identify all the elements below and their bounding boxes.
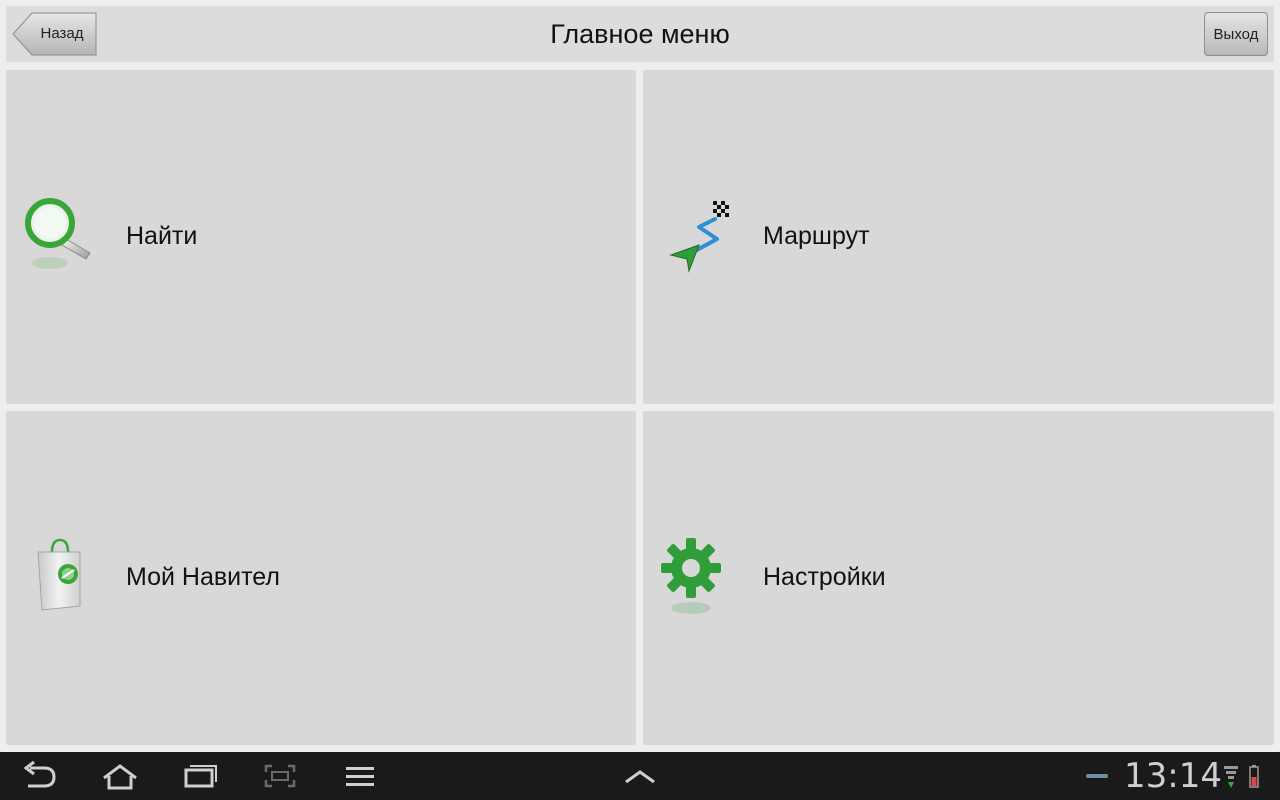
menu-item-label: Маршрут xyxy=(763,222,870,250)
menu-item-find[interactable]: Найти xyxy=(6,70,636,404)
status-indicators[interactable] xyxy=(1222,764,1266,790)
back-button[interactable]: Назад xyxy=(12,12,98,56)
nav-menu-button[interactable] xyxy=(332,756,388,796)
screenshot-icon xyxy=(264,764,296,788)
menu-item-my-navitel[interactable]: Мой Навител xyxy=(6,411,636,745)
battery-icon xyxy=(1249,765,1259,788)
search-icon xyxy=(22,197,102,277)
menu-item-route[interactable]: Маршрут xyxy=(643,70,1274,404)
shopping-bag-icon xyxy=(22,538,102,618)
route-icon xyxy=(659,197,739,277)
minimize-bar-icon[interactable] xyxy=(1086,774,1108,778)
page-title: Главное меню xyxy=(550,19,730,49)
menu-item-label: Мой Навител xyxy=(126,563,280,591)
nav-screenshot-button[interactable] xyxy=(252,756,308,796)
clock: 13:14 xyxy=(1124,756,1222,796)
recent-apps-icon xyxy=(184,765,217,788)
system-navigation-bar: 13:14 xyxy=(0,752,1280,800)
menu-item-settings[interactable]: Настройки xyxy=(643,411,1274,745)
exit-button[interactable]: Выход xyxy=(1204,12,1268,56)
chevron-up-icon xyxy=(625,770,655,784)
app-window: Назад Главное меню Выход Найти Маршрут М… xyxy=(0,0,1280,752)
menu-icon xyxy=(346,767,374,786)
nav-home-button[interactable] xyxy=(92,756,148,796)
signal-icon xyxy=(1224,766,1238,788)
menu-item-label: Настройки xyxy=(763,563,886,591)
home-icon xyxy=(103,764,137,790)
header-bar: Назад Главное меню Выход xyxy=(6,6,1274,62)
nav-recent-apps-button[interactable] xyxy=(172,756,228,796)
back-icon xyxy=(23,760,56,788)
nav-expand-button[interactable] xyxy=(612,756,668,796)
nav-back-button[interactable] xyxy=(12,756,68,796)
back-button-label: Назад xyxy=(40,25,84,42)
gear-icon xyxy=(659,538,739,618)
menu-item-label: Найти xyxy=(126,222,198,250)
